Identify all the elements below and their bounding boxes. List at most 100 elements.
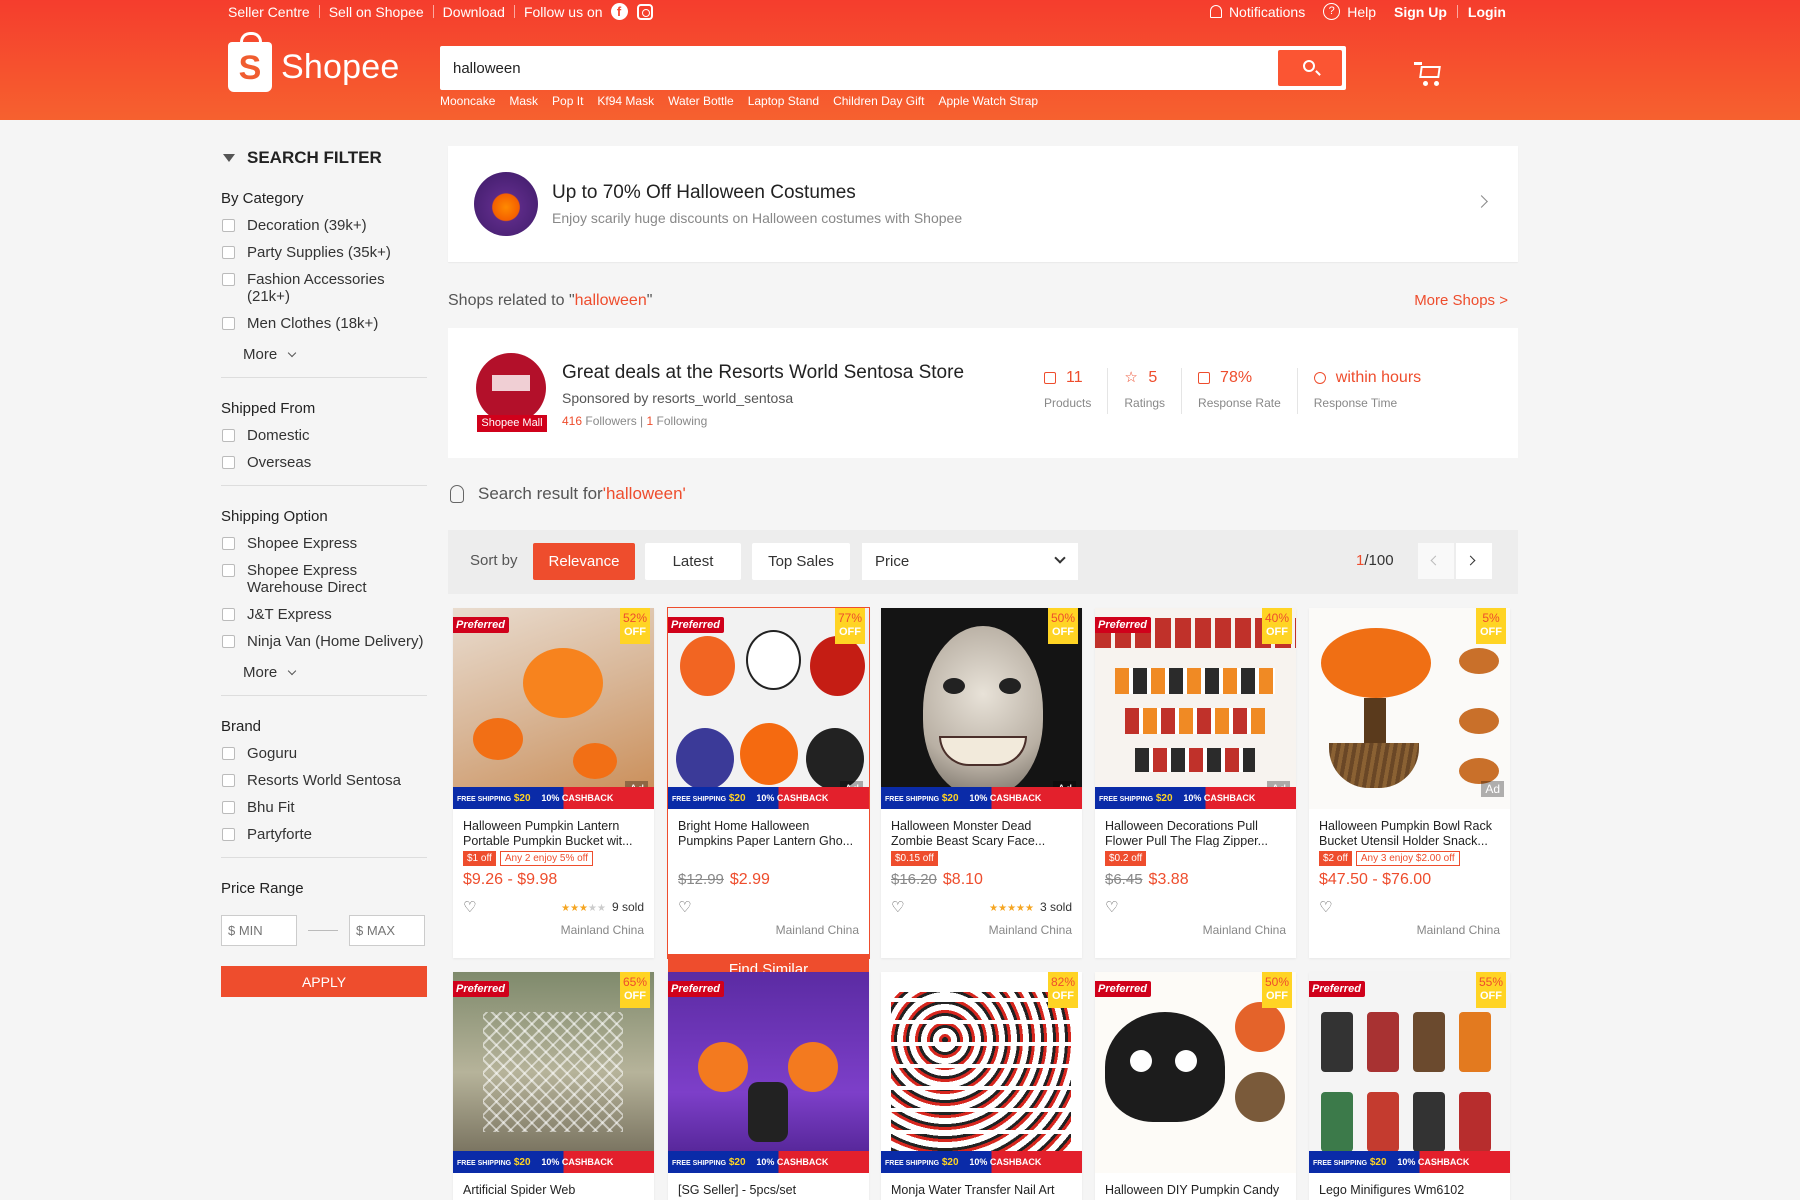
product-title: Bright Home Halloween Pumpkins Paper Lan…: [678, 819, 854, 847]
next-page-button[interactable]: [1456, 543, 1492, 579]
star-icon: ☆: [1124, 369, 1138, 386]
price-min-input[interactable]: [221, 915, 297, 946]
search-filter-sidebar: SEARCH FILTER By Category Decoration (39…: [221, 140, 427, 997]
notifications-link[interactable]: Notifications: [1209, 4, 1305, 20]
shipping-more-button[interactable]: More: [243, 664, 427, 681]
filter-option[interactable]: Domestic: [221, 427, 427, 444]
suggestion-link[interactable]: Water Bottle: [668, 94, 734, 108]
seller-centre-link[interactable]: Seller Centre: [228, 4, 310, 20]
checkbox[interactable]: [222, 317, 235, 330]
checkbox[interactable]: [222, 246, 235, 259]
sort-top-sales-button[interactable]: Top Sales: [752, 543, 850, 580]
checkbox[interactable]: [222, 456, 235, 469]
header: Seller Centre Sell on Shopee Download Fo…: [0, 0, 1800, 120]
product-card[interactable]: Preferred 77%OFF Ad FREE SHIPPING $20 10…: [667, 607, 870, 959]
filter-option[interactable]: Ninja Van (Home Delivery): [221, 633, 427, 650]
filter-option[interactable]: Fashion Accessories (21k+): [221, 271, 427, 305]
suggestion-link[interactable]: Mask: [509, 94, 538, 108]
promo-banner[interactable]: Up to 70% Off Halloween Costumes Enjoy s…: [448, 146, 1518, 262]
product-card[interactable]: 50%OFF Ad FREE SHIPPING $20 10% CASHBACK…: [881, 608, 1082, 958]
checkbox[interactable]: [222, 774, 235, 787]
filter-option[interactable]: J&T Express: [221, 606, 427, 623]
preferred-badge: Preferred: [453, 617, 509, 633]
filter-option[interactable]: Resorts World Sentosa: [221, 772, 427, 789]
heart-icon[interactable]: ♡: [891, 898, 904, 916]
product-card[interactable]: Preferred 50% OFF Halloween DIY Pumpkin C…: [1095, 972, 1296, 1200]
checkbox[interactable]: [222, 828, 235, 841]
option-label: Party Supplies (35k+): [247, 244, 391, 261]
product-image: 50%OFF Ad FREE SHIPPING $20 10% CASHBACK: [881, 608, 1082, 809]
search-button[interactable]: [1278, 50, 1342, 86]
filter-option[interactable]: Party Supplies (35k+): [221, 244, 427, 261]
more-shops-link[interactable]: More Shops >: [1414, 292, 1508, 309]
login-link[interactable]: Login: [1468, 4, 1506, 20]
help-link[interactable]: ? Help: [1323, 3, 1376, 20]
product-image: Preferred 77%OFF Ad FREE SHIPPING $20 10…: [668, 608, 869, 809]
filter-option[interactable]: Decoration (39k+): [221, 217, 427, 234]
voucher-label: $20: [728, 1157, 746, 1168]
heart-icon[interactable]: ♡: [1105, 898, 1118, 916]
checkbox[interactable]: [222, 429, 235, 442]
checkbox[interactable]: [222, 608, 235, 621]
heart-icon[interactable]: ♡: [678, 898, 691, 916]
checkbox[interactable]: [222, 219, 235, 232]
search-input[interactable]: [453, 47, 1233, 89]
filter-option[interactable]: Partyforte: [221, 826, 427, 843]
suggestion-link[interactable]: Children Day Gift: [833, 94, 924, 108]
product-card[interactable]: Preferred FREE SHIPPING $20 10% CASHBACK…: [668, 972, 869, 1200]
filter-option[interactable]: Overseas: [221, 454, 427, 471]
off-label: OFF: [1052, 626, 1074, 638]
product-card[interactable]: 5% OFF Ad Halloween Pumpkin Bowl Rack Buc…: [1309, 608, 1510, 958]
product-card[interactable]: Preferred 55% OFF FREE SHIPPING $20 10% C…: [1309, 972, 1510, 1200]
filter-option[interactable]: Men Clothes (18k+): [221, 315, 427, 332]
following-label: Following: [656, 414, 708, 428]
price-sort-select[interactable]: Price: [862, 543, 1078, 580]
checkbox[interactable]: [222, 564, 235, 577]
option-label: Overseas: [247, 454, 312, 471]
suggestion-link[interactable]: Apple Watch Strap: [938, 94, 1038, 108]
discount-badge: 55% OFF: [1476, 972, 1506, 1008]
product-card[interactable]: Preferred 65% OFF FREE SHIPPING $20 10% C…: [453, 972, 654, 1200]
filter-option[interactable]: Bhu Fit: [221, 799, 427, 816]
shopee-logo[interactable]: S Shopee: [228, 32, 399, 92]
product-card[interactable]: Preferred 52%OFF Ad FREE SHIPPING $20 10…: [453, 608, 654, 958]
category-more-button[interactable]: More: [243, 346, 427, 363]
sign-up-link[interactable]: Sign Up: [1394, 4, 1447, 20]
checkbox[interactable]: [222, 273, 235, 286]
product-card[interactable]: Preferred 40%OFF Ad FREE SHIPPING $20 10…: [1095, 608, 1296, 958]
cart-icon[interactable]: [1414, 62, 1442, 86]
checkbox[interactable]: [222, 801, 235, 814]
shopee-mall-badge: Shopee Mall: [477, 415, 547, 432]
heart-icon[interactable]: ♡: [463, 898, 476, 916]
bundle-tag: Any 2 enjoy 5% off: [499, 851, 594, 866]
off-label: OFF: [1480, 990, 1502, 1002]
filter-option[interactable]: Goguru: [221, 745, 427, 762]
product-card[interactable]: 82% OFF FREE SHIPPING $20 10% CASHBACK Mo…: [881, 972, 1082, 1200]
suggestion-link[interactable]: Pop It: [552, 94, 583, 108]
checkbox[interactable]: [222, 635, 235, 648]
instagram-icon[interactable]: [636, 3, 653, 20]
prev-page-button[interactable]: [1418, 543, 1454, 579]
free-shipping-label: FREE SHIPPING: [672, 1160, 727, 1167]
filter-option[interactable]: Shopee Express: [221, 535, 427, 552]
price-max-input[interactable]: [349, 915, 425, 946]
heart-icon[interactable]: ♡: [1319, 898, 1332, 916]
sell-on-shopee-link[interactable]: Sell on Shopee: [329, 4, 424, 20]
search-result-query: 'halloween': [602, 484, 686, 503]
preferred-badge: Preferred: [1095, 981, 1151, 997]
discount-badge: 52% OFF: [620, 608, 650, 644]
shop-card[interactable]: Shopee Mall Great deals at the Resorts W…: [448, 328, 1518, 458]
apply-button[interactable]: APPLY: [221, 966, 427, 997]
sort-relevance-button[interactable]: Relevance: [533, 543, 635, 580]
checkbox[interactable]: [222, 747, 235, 760]
sort-latest-button[interactable]: Latest: [645, 543, 741, 580]
promo-strip: FREE SHIPPING $20 10% CASHBACK: [668, 787, 869, 809]
search-icon: [1303, 60, 1315, 72]
suggestion-link[interactable]: Kf94 Mask: [597, 94, 654, 108]
facebook-icon[interactable]: f: [610, 3, 628, 20]
suggestion-link[interactable]: Laptop Stand: [748, 94, 819, 108]
suggestion-link[interactable]: Mooncake: [440, 94, 495, 108]
filter-option[interactable]: Shopee Express Warehouse Direct: [221, 562, 427, 596]
checkbox[interactable]: [222, 537, 235, 550]
download-link[interactable]: Download: [443, 4, 505, 20]
